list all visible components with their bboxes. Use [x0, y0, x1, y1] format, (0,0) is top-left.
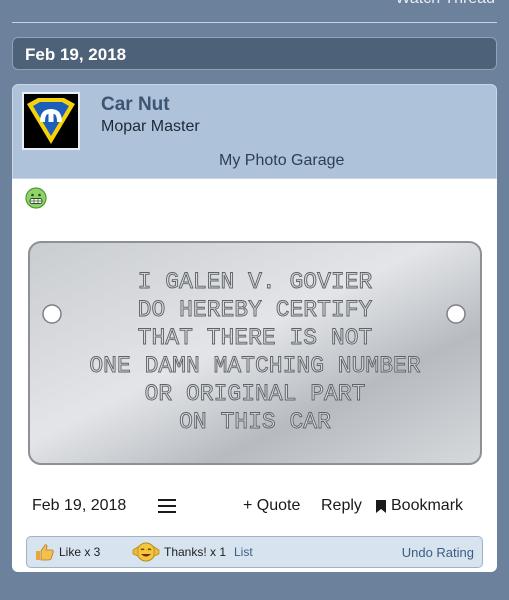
- post-footer-date[interactable]: Feb 19, 2018: [32, 497, 126, 515]
- plate-line-4: ONE DAMN MATCHING NUMBER: [89, 353, 420, 379]
- bookmark-button[interactable]: Bookmark: [376, 497, 463, 515]
- hamburger-menu-icon[interactable]: [158, 499, 176, 513]
- plate-line-1: I GALEN V. GOVIER: [138, 269, 373, 295]
- mopar-logo-icon: [27, 98, 75, 144]
- thanks-count: Thanks! x 1: [164, 545, 227, 559]
- quote-button[interactable]: + Quote: [243, 497, 300, 515]
- bookmark-icon: [376, 499, 386, 513]
- thumbs-up-icon: [36, 544, 54, 561]
- bookmark-label: Bookmark: [391, 497, 464, 514]
- undo-rating-link[interactable]: Undo Rating: [402, 545, 474, 560]
- username[interactable]: Car Nut: [101, 94, 170, 116]
- plate-line-3: THAT THERE IS NOT: [138, 325, 373, 351]
- avatar[interactable]: [22, 92, 80, 150]
- user-card: Car Nut Mopar Master My Photo Garage: [12, 84, 497, 179]
- plate-line-5: OR ORIGINAL PART: [145, 381, 366, 407]
- post-date-header: Feb 19, 2018: [12, 37, 497, 70]
- grinning-smiley-icon: [25, 187, 47, 209]
- plate-line-6: ON THIS CAR: [179, 409, 331, 435]
- post-body: I GALEN V. GOVIER DO HEREBY CERTIFY THAT…: [12, 179, 497, 572]
- rating-bar: Like x 3 Thanks! x 1 List Undo Rating: [26, 536, 483, 568]
- top-strip: Watch Thread: [0, 0, 509, 22]
- thanks-rating[interactable]: Thanks! x 1: [132, 537, 226, 567]
- like-rating[interactable]: Like x 3: [35, 537, 100, 567]
- plate-line-2: DO HEREBY CERTIFY: [138, 297, 373, 323]
- ratings-list-link[interactable]: List: [234, 537, 253, 567]
- metal-tag-image: I GALEN V. GOVIER DO HEREBY CERTIFY THAT…: [26, 239, 484, 467]
- divider: [12, 22, 497, 23]
- photo-garage-link[interactable]: My Photo Garage: [219, 152, 344, 170]
- thanks-smiley-icon: [132, 542, 160, 562]
- watch-thread-link[interactable]: Watch Thread: [395, 0, 495, 8]
- post-image-plate[interactable]: I GALEN V. GOVIER DO HEREBY CERTIFY THAT…: [26, 239, 484, 467]
- reply-button[interactable]: Reply: [321, 497, 362, 515]
- like-count: Like x 3: [59, 545, 101, 559]
- user-title: Mopar Master: [101, 118, 200, 135]
